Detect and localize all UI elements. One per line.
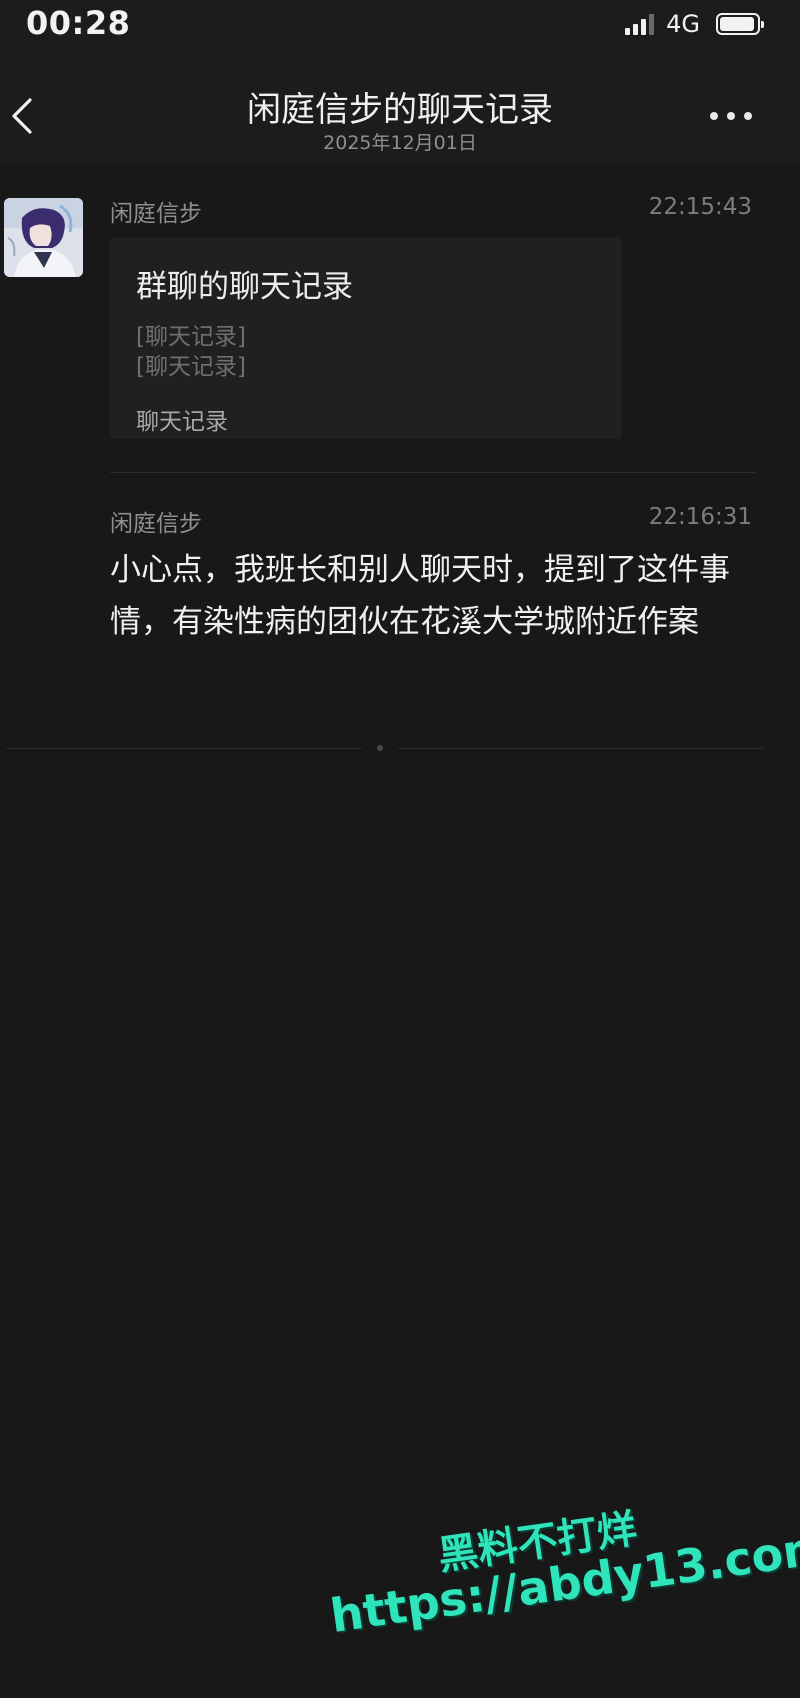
end-divider-dot — [377, 745, 383, 751]
sender-name: 闲庭信步 — [110, 511, 202, 537]
status-bar: 00:28 4G — [0, 0, 800, 50]
avatar[interactable] — [4, 198, 83, 277]
nav-bar: 闲庭信步的聊天记录 2025年12月01日 — [0, 50, 800, 164]
battery-icon — [716, 13, 764, 35]
card-preview-line: [聊天记录] — [136, 354, 246, 380]
card-preview-line: [聊天记录] — [136, 324, 246, 350]
page-title: 闲庭信步的聊天记录 — [247, 90, 553, 130]
message-divider — [110, 472, 756, 473]
signal-strength-icon — [625, 13, 655, 35]
message-time: 22:15:43 — [648, 194, 752, 220]
end-divider-right — [398, 748, 764, 749]
sender-name: 闲庭信步 — [110, 201, 202, 227]
card-footer-label: 聊天记录 — [136, 409, 228, 435]
network-type-label: 4G — [666, 10, 700, 38]
card-title: 群聊的聊天记录 — [136, 269, 353, 305]
message-time: 22:16:31 — [648, 504, 752, 530]
watermark: 黑料不打烊 https://abdy13.com — [320, 1475, 800, 1669]
page-date: 2025年12月01日 — [323, 132, 477, 154]
more-dots-icon[interactable] — [710, 106, 752, 126]
status-icons: 4G — [625, 10, 764, 38]
end-divider-left — [6, 748, 362, 749]
chat-record-card[interactable]: 群聊的聊天记录 [聊天记录] [聊天记录] 聊天记录 — [110, 237, 622, 439]
status-time: 00:28 — [26, 4, 131, 42]
message-text: 小心点，我班长和别人聊天时，提到了这件事情，有染性病的团伙在花溪大学城附近作案 — [110, 552, 730, 640]
